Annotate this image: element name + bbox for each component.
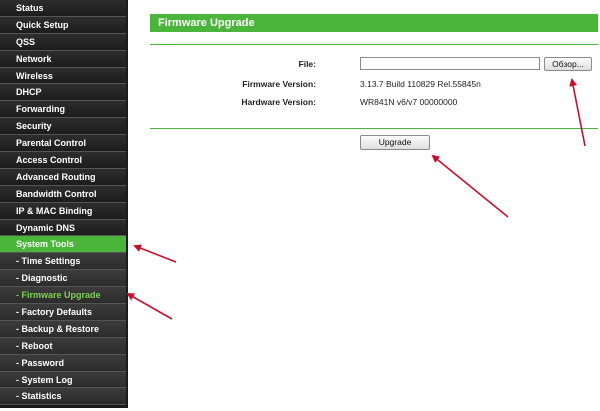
menu-item-parental-control[interactable]: Parental Control — [0, 135, 126, 153]
menu-item-qss[interactable]: QSS — [0, 33, 126, 51]
menu-item-dhcp[interactable]: DHCP — [0, 84, 126, 102]
menu-item-access-control[interactable]: Access Control — [0, 152, 126, 169]
menu-item-ip-mac-binding[interactable]: IP & MAC Binding — [0, 202, 126, 220]
submenu-item-system-log[interactable]: - System Log — [0, 371, 126, 389]
file-input[interactable] — [360, 57, 540, 70]
menu-item-advanced-routing[interactable]: Advanced Routing — [0, 168, 126, 186]
upgrade-button[interactable]: Upgrade — [360, 135, 430, 150]
menu-item-system-tools[interactable]: System Tools — [0, 236, 126, 254]
submenu-item-statistics[interactable]: - Statistics — [0, 388, 126, 406]
submenu-item-time-settings[interactable]: - Time Settings — [0, 253, 126, 271]
submenu-item-backup-restore[interactable]: - Backup & Restore — [0, 320, 126, 338]
menu-item-forwarding[interactable]: Forwarding — [0, 101, 126, 119]
page-title: Firmware Upgrade — [150, 14, 598, 32]
submenu-item-factory-defaults[interactable]: - Factory Defaults — [0, 304, 126, 321]
browse-button[interactable]: Обзор... — [544, 57, 592, 71]
submenu-item-reboot[interactable]: - Reboot — [0, 337, 126, 355]
firmware-version-label: Firmware Version: — [242, 79, 316, 89]
bottom-divider — [150, 128, 598, 129]
menu-item-dynamic-dns[interactable]: Dynamic DNS — [0, 219, 126, 237]
hardware-version-value: WR841N v6/v7 00000000 — [360, 97, 458, 107]
menu-item-bandwidth-control[interactable]: Bandwidth Control — [0, 185, 126, 203]
submenu-item-firmware-upgrade[interactable]: - Firmware Upgrade — [0, 287, 126, 305]
menu-item-security[interactable]: Security — [0, 118, 126, 136]
menu-item-status[interactable]: Status — [0, 0, 126, 17]
bottom-border — [0, 405, 600, 411]
main-content: Firmware Upgrade File: Обзор... Firmware… — [128, 0, 600, 405]
menu-item-network[interactable]: Network — [0, 50, 126, 68]
top-divider — [150, 44, 598, 45]
submenu-item-password[interactable]: - Password — [0, 354, 126, 372]
menu-item-quick-setup[interactable]: Quick Setup — [0, 16, 126, 34]
submenu-item-diagnostic[interactable]: - Diagnostic — [0, 270, 126, 288]
hardware-version-label: Hardware Version: — [241, 97, 316, 107]
menu-item-wireless[interactable]: Wireless — [0, 67, 126, 85]
sidebar-menu: Status Quick Setup QSS Network Wireless … — [0, 0, 128, 406]
file-label: File: — [298, 59, 316, 69]
firmware-version-value: 3.13.7 Build 110829 Rel.55845n — [360, 79, 481, 89]
